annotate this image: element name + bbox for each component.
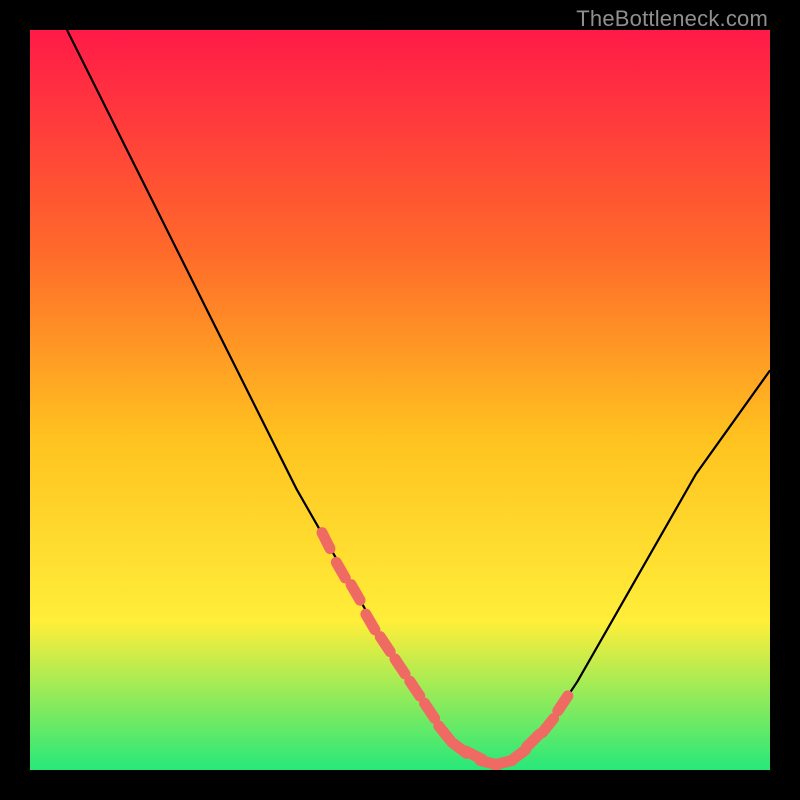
- chart-frame: [30, 30, 770, 770]
- chart-svg: [30, 30, 770, 770]
- marker-dash: [366, 614, 375, 630]
- marker-dash: [351, 585, 360, 601]
- marker-dash: [322, 533, 330, 549]
- watermark-text: TheBottleneck.com: [576, 6, 768, 32]
- marker-dash: [336, 562, 345, 578]
